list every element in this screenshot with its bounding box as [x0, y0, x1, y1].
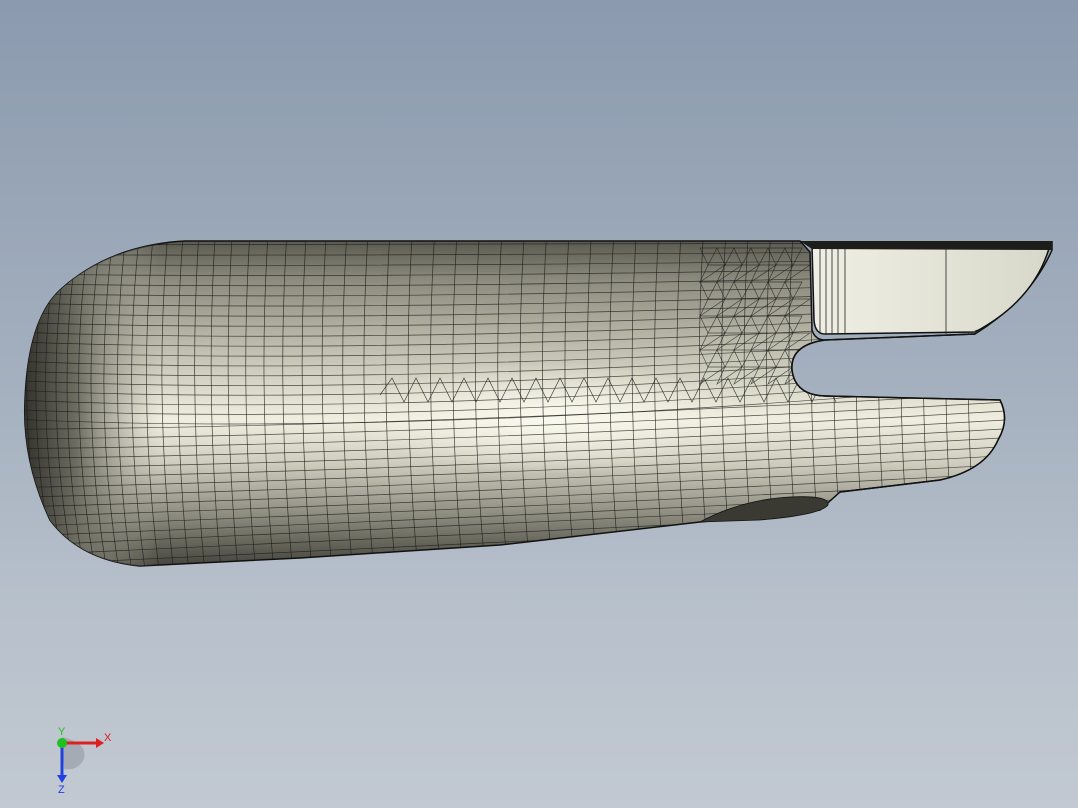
z-arrowhead-icon — [57, 775, 67, 783]
orientation-triad: X Y Z — [57, 726, 112, 795]
graphics-viewport[interactable]: X Y Z — [0, 0, 1078, 808]
top-edge-strip — [800, 241, 1052, 250]
y-axis-dot-icon — [57, 738, 67, 748]
slot-outline — [791, 333, 976, 397]
specular-highlight — [300, 330, 860, 490]
x-axis-label: X — [104, 732, 112, 744]
flat-end-face — [811, 244, 1051, 335]
y-axis-label: Y — [58, 726, 66, 738]
x-arrowhead-icon — [96, 738, 104, 748]
z-axis-label: Z — [58, 784, 65, 795]
3d-model[interactable] — [0, 0, 1078, 808]
